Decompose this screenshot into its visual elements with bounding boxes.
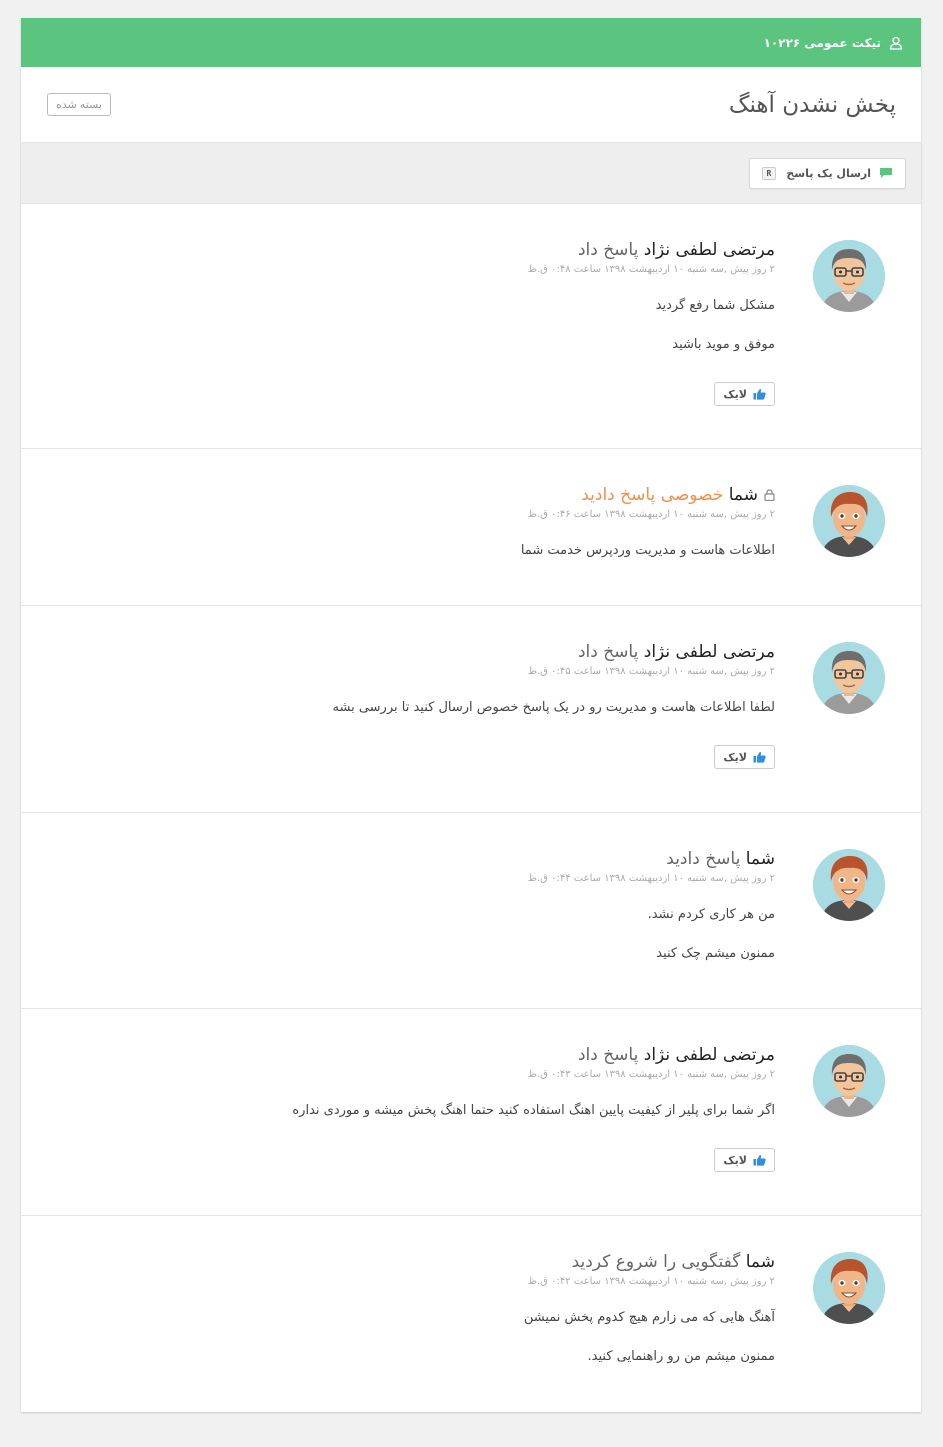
post-timestamp: ۲ روز پیش ,سه شنبه ۱۰ اردیبهشت ۱۳۹۸ ساعت… <box>527 264 775 275</box>
like-button[interactable]: لایک <box>714 1148 775 1172</box>
ticket-label: تیکت عمومی ۱۰۲۲۶ <box>763 35 881 50</box>
user-avatar <box>813 485 885 557</box>
post-author: مرتضی لطفی نژاد <box>643 642 775 662</box>
post-action: گفتگویی را شروع کردید <box>571 1252 741 1272</box>
post-paragraph: آهنگ هایی که می زارم هیچ کدوم پخش نمیشن <box>523 1310 775 1325</box>
like-label: لایک <box>723 1153 747 1167</box>
post-timestamp: ۲ روز پیش ,سه شنبه ۱۰ اردیبهشت ۱۳۹۸ ساعت… <box>527 1276 775 1287</box>
thumbs-up-icon <box>753 388 766 400</box>
post-timestamp: ۲ روز پیش ,سه شنبه ۱۰ اردیبهشت ۱۳۹۸ ساعت… <box>527 1069 775 1080</box>
ticket-post: شما خصوصی پاسخ دادید ۲ روز پیش ,سه شنبه ۱… <box>21 449 921 606</box>
post-title: مرتضی لطفی نژاد پاسخ داد <box>41 641 775 663</box>
post-title: شما پاسخ دادید <box>41 848 775 870</box>
post-body: مرتضی لطفی نژاد پاسخ داد ۲ روز پیش ,سه شن… <box>41 239 775 354</box>
user-avatar <box>813 849 885 921</box>
ticket-post: مرتضی لطفی نژاد پاسخ داد ۲ روز پیش ,سه شن… <box>21 204 921 449</box>
post-body: مرتضی لطفی نژاد پاسخ داد ۲ روز پیش ,سه شن… <box>41 1044 775 1120</box>
post-title: مرتضی لطفی نژاد پاسخ داد <box>41 1044 775 1066</box>
post-paragraph: لطفا اطلاعات هاست و مدیریت رو در یک پاسخ… <box>332 700 776 715</box>
post-title: شما خصوصی پاسخ دادید <box>41 484 775 506</box>
post-author: مرتضی لطفی نژاد <box>643 1045 775 1065</box>
like-button[interactable]: لایک <box>714 745 775 769</box>
post-paragraph: اگر شما برای پلیر از کیفیت پایین اهنگ اس… <box>292 1103 775 1118</box>
thumbs-up-icon <box>753 751 766 763</box>
post-action: خصوصی پاسخ دادید <box>581 485 724 505</box>
post-action: پاسخ داد <box>577 240 639 260</box>
ticket-post: شما گفتگویی را شروع کردید ۲ روز پیش ,سه ش… <box>21 1216 921 1412</box>
post-timestamp: ۲ روز پیش ,سه شنبه ۱۰ اردیبهشت ۱۳۹۸ ساعت… <box>527 509 775 520</box>
ticket-post: مرتضی لطفی نژاد پاسخ داد ۲ روز پیش ,سه شن… <box>21 606 921 813</box>
post-action: پاسخ داد <box>577 642 639 662</box>
post-author: شما <box>728 485 758 505</box>
post-paragraph: اطلاعات هاست و مدیریت وردپرس خدمت شما <box>520 543 775 558</box>
ticket-card: تیکت عمومی ۱۰۲۲۶ پخش نشدن آهنگ بسته شده … <box>21 18 921 1412</box>
post-body: شما خصوصی پاسخ دادید ۲ روز پیش ,سه شنبه ۱… <box>41 484 775 560</box>
post-author: شما <box>745 849 775 869</box>
post-body: شما پاسخ دادید ۲ روز پیش ,سه شنبه ۱۰ اردی… <box>41 848 775 963</box>
like-button[interactable]: لایک <box>714 382 775 406</box>
post-timestamp: ۲ روز پیش ,سه شنبه ۱۰ اردیبهشت ۱۳۹۸ ساعت… <box>527 873 775 884</box>
post-paragraph: ممنون میشم چک کنید <box>656 946 775 961</box>
ticket-header: تیکت عمومی ۱۰۲۲۶ <box>21 18 921 67</box>
chat-icon <box>880 168 892 178</box>
post-list: مرتضی لطفی نژاد پاسخ داد ۲ روز پیش ,سه شن… <box>21 204 921 1412</box>
shortcut-key: R <box>761 166 777 180</box>
post-paragraph: مشکل شما رفع گردید <box>655 298 775 313</box>
support-avatar <box>813 1045 885 1117</box>
send-reply-label: ارسال یک پاسخ <box>786 166 871 180</box>
lock-icon <box>764 489 775 501</box>
support-avatar <box>813 240 885 312</box>
like-label: لایک <box>723 387 747 401</box>
reply-toolbar: ارسال یک پاسخ R <box>21 143 921 204</box>
post-author: مرتضی لطفی نژاد <box>643 240 775 260</box>
ticket-status-button[interactable]: بسته شده <box>47 93 111 116</box>
send-reply-button[interactable]: ارسال یک پاسخ R <box>748 157 906 189</box>
post-timestamp: ۲ روز پیش ,سه شنبه ۱۰ اردیبهشت ۱۳۹۸ ساعت… <box>527 666 775 677</box>
user-avatar <box>813 1252 885 1324</box>
support-avatar <box>813 642 885 714</box>
thumbs-up-icon <box>753 1154 766 1166</box>
like-label: لایک <box>723 750 747 764</box>
ticket-title: پخش نشدن آهنگ <box>728 91 896 118</box>
user-icon <box>889 36 903 50</box>
title-row: پخش نشدن آهنگ بسته شده <box>21 67 921 143</box>
post-body: مرتضی لطفی نژاد پاسخ داد ۲ روز پیش ,سه شن… <box>41 641 776 717</box>
post-action: پاسخ داد <box>577 1045 639 1065</box>
post-action: پاسخ دادید <box>666 849 741 869</box>
post-paragraph: من هر کاری کردم نشد. <box>647 907 775 922</box>
post-title: مرتضی لطفی نژاد پاسخ داد <box>41 239 775 261</box>
post-body: شما گفتگویی را شروع کردید ۲ روز پیش ,سه ش… <box>41 1251 775 1366</box>
post-paragraph: موفق و موید باشید <box>672 337 775 352</box>
ticket-post: شما پاسخ دادید ۲ روز پیش ,سه شنبه ۱۰ اردی… <box>21 813 921 1009</box>
post-paragraph: ممنون میشم من رو راهنمایی کنید. <box>587 1349 775 1364</box>
post-title: شما گفتگویی را شروع کردید <box>41 1251 775 1273</box>
ticket-post: مرتضی لطفی نژاد پاسخ داد ۲ روز پیش ,سه شن… <box>21 1009 921 1216</box>
post-author: شما <box>745 1252 775 1272</box>
